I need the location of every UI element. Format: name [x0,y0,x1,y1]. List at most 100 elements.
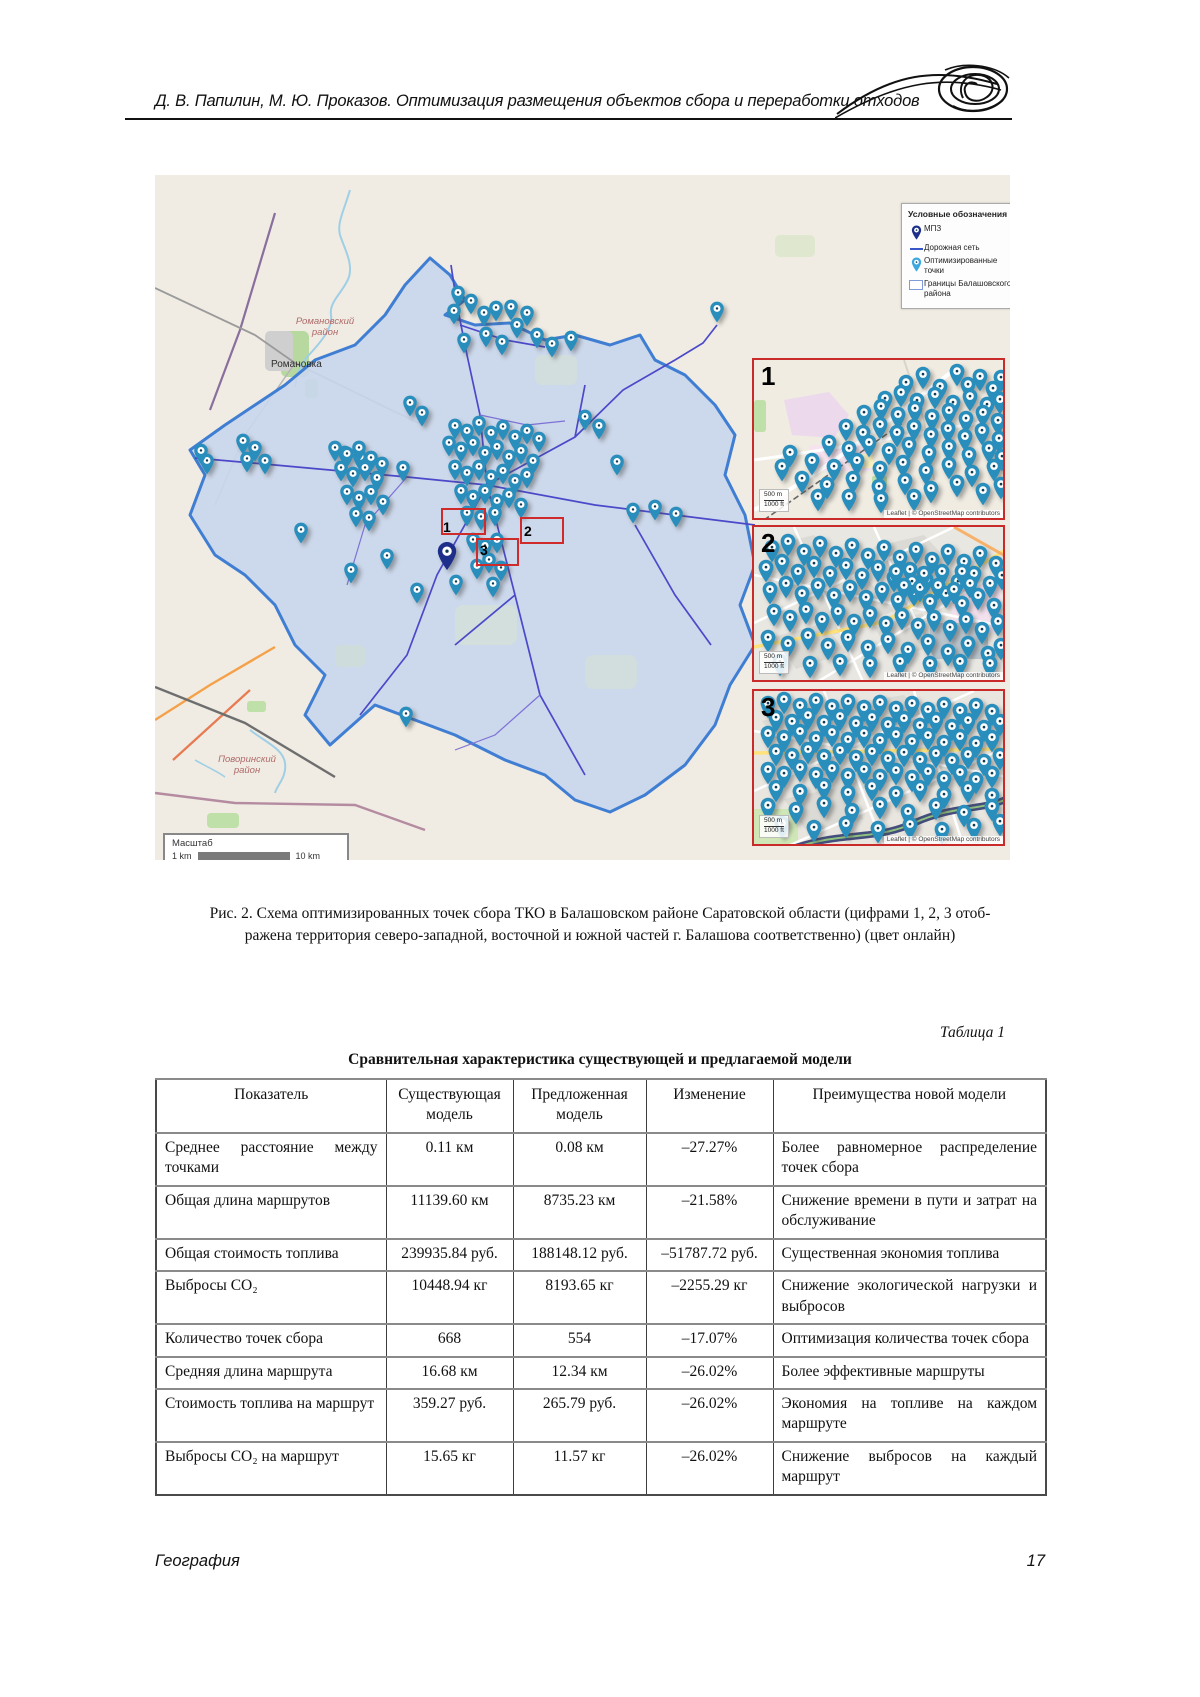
map-pin [916,367,931,390]
map-pin [959,612,974,635]
map-pin [975,622,990,645]
inset-scale-m: 500 m [764,491,784,501]
map-pin [985,766,1000,789]
map-pin [843,580,858,603]
scale-bar [198,852,290,860]
value-cell: –21.58% [646,1186,773,1239]
map-pin [881,632,896,655]
legend-item-optimized-points: Оптимизированные точки [908,256,1010,276]
indicator-cell: Выбросы CO₂ на маршрут [156,1442,386,1495]
map-pin [831,604,846,627]
advantage-cell: Экономия на топливе на каждом маршруте [773,1389,1046,1442]
journal-name: География [155,1552,240,1571]
map-pin [839,816,854,839]
map-pin [805,453,820,476]
table-row: Общая стоимость топлива239935.84 руб.188… [156,1239,1046,1271]
legend-item-roads: Дорожная сеть [908,243,1010,253]
value-cell: –26.02% [646,1357,773,1389]
column-header: Существующая модель [386,1079,513,1133]
scale-title: Масштаб [172,838,347,849]
map-pin [950,475,965,498]
value-cell: –26.02% [646,1442,773,1495]
map-pin [438,542,456,570]
map-pin [976,483,991,506]
inset-2-points-layer [754,527,1005,682]
map-pin [993,814,1005,837]
value-cell: 16.68 км [386,1357,513,1389]
table-label: Таблица 1 [155,1024,1045,1042]
region-rect-1-label: 1 [443,520,451,534]
indicator-cell: Количество точек сбора [156,1324,386,1356]
region-rect-2-label: 2 [524,524,532,538]
map-pin [924,481,939,504]
map-pin [963,389,978,412]
figure-caption-line2: ражена территория северо-западной, восто… [155,925,1045,947]
value-cell: 10448.94 кг [386,1271,513,1324]
indicator-cell: Общая стоимость топлива [156,1239,386,1271]
map-pin [941,544,956,567]
map-legend: Условные обозначения МПЗ Дорожная сеть О… [901,203,1010,309]
comparison-table: ПоказательСуществующая модельПредложенна… [155,1078,1047,1496]
value-cell: 188148.12 руб. [513,1239,646,1271]
map-pin [973,546,988,569]
map-pin [789,802,804,825]
map-pin [889,786,904,809]
comparison-table-body: Среднее расстояние между точками0.11 км0… [156,1133,1046,1495]
value-cell: –17.07% [646,1324,773,1356]
scale-left-label: 1 km [172,851,192,860]
column-header: Преимущества новой модели [773,1079,1046,1133]
map-pin [909,542,924,565]
advantage-cell: Снижение выбросов на каждый маршрут [773,1442,1046,1495]
label-romanovsky-district: Романовский район [285,317,365,339]
map-pin [895,608,910,631]
region-rect-3-label: 3 [480,543,488,557]
advantage-cell: Снижение времени в пути и затрат на обсл… [773,1186,1046,1239]
value-cell: 239935.84 руб. [386,1239,513,1271]
value-cell: 8735.23 км [513,1186,646,1239]
value-cell: 554 [513,1324,646,1356]
map-pin [795,471,810,494]
map-pin [928,387,943,410]
map-pin [807,820,822,843]
advantage-cell: Более равномерное распределение точек сб… [773,1133,1046,1186]
inset-2-number: 2 [761,528,775,559]
boundary-rect-icon [908,280,924,290]
table-row: Общая длина маршрутов11139.60 км8735.23 … [156,1186,1046,1239]
table-title: Сравнительная характеристика существующе… [155,1051,1045,1069]
map-pin [857,405,872,428]
map-pin [943,620,958,643]
advantage-cell: Снижение экологической нагрузки и выброс… [773,1271,1046,1324]
map-pin [863,606,878,629]
column-header: Изменение [646,1079,773,1133]
map-pin [973,369,988,392]
inset-3-attribution: Leaflet | © OpenStreetMap contributors [884,836,1003,844]
advantage-cell: Более эффективные маршруты [773,1357,1046,1389]
map-pin [811,578,826,601]
map-pin [993,392,1005,415]
table-row: Средняя длина маршрута16.68 км12.34 км–2… [156,1357,1046,1389]
ornament-icon [835,56,1015,122]
inset-3: 3 500 m 1000 ft Leaflet | © OpenStreetMa… [752,689,1005,846]
map-scale-box: Масштаб 1 km 10 km [163,833,349,860]
map-pin [781,534,796,557]
inset-scale-m: 500 m [764,653,784,663]
map-pin [991,614,1005,637]
map-pin [845,538,860,561]
map-pin [811,489,826,512]
legend-item-label: Дорожная сеть [924,243,980,253]
value-cell: 11139.60 км [386,1186,513,1239]
legend-item-label: МПЗ [924,224,941,234]
map-pin [783,610,798,633]
table-row: Количество точек сбора668554–17.07%Оптим… [156,1324,1046,1356]
map-pin [842,489,857,512]
map-pin [815,612,830,635]
map-pin [775,554,790,577]
indicator-cell: Стоимость топлива на маршрут [156,1389,386,1442]
inset-1-number: 1 [761,361,775,392]
map-pin [803,656,818,679]
map-pin [821,638,836,661]
map-pin [799,602,814,625]
legend-item-label: Оптимизированные точки [924,256,1010,276]
optimized-pin-icon [908,257,924,272]
indicator-cell: Общая длина маршрутов [156,1186,386,1239]
